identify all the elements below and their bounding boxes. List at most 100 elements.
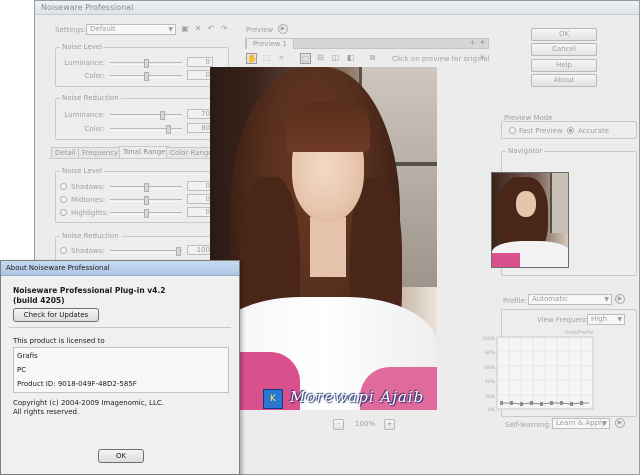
navigator-thumbnail[interactable] [491,172,569,268]
nr-color-slider[interactable] [110,125,182,134]
check-updates-button[interactable]: Check for Updates [13,308,99,322]
profile-dropdown[interactable]: Automatic ▼ [528,294,612,305]
tab-tonal-range[interactable]: Tonal Range [119,146,170,158]
noise-reduction-group: Noise Reduction [55,94,229,140]
product-id: Product ID: 9018-049F-48D2-585F [17,380,137,388]
redo-icon[interactable]: ↷ [219,24,229,34]
zoom-out-button[interactable]: - [333,419,344,430]
main-titlebar: Noiseware Professional [35,1,639,15]
about-title: About Noiseware Professional [6,264,110,272]
slider-thumb[interactable] [144,59,149,68]
window-title: Noiseware Professional [41,3,134,12]
chevron-down-icon: ▼ [602,420,607,427]
licensed-to-label: This product is licensed to [13,337,105,345]
cancel-button[interactable]: Cancel [531,43,597,56]
delete-icon[interactable]: ✕ [193,24,203,34]
slider-thumb[interactable] [144,72,149,81]
profile-play-icon[interactable]: ▶ [615,294,625,304]
crop-icon[interactable]: ⌗ [276,53,287,63]
license-name: Grafis [17,352,38,360]
noise-level-group: Noise Level [55,43,229,87]
product-name: Noiseware Professional Plug-in v4.2 [13,286,166,295]
shadows-indicator [60,183,67,190]
nr-luminance-slider[interactable] [110,111,182,120]
product-build: (build 4205) [13,296,65,305]
about-divider [9,327,231,328]
nr-color-label: Color: [84,125,105,133]
tab-detail[interactable]: Detail [51,147,80,158]
select-icon[interactable]: ⬚ [261,53,272,63]
split-horizontal-icon[interactable]: ⊟ [315,53,326,63]
self-learning-label: Self-learning: [505,421,552,429]
profile-label: Profile: [503,297,528,305]
slider-thumb[interactable] [144,209,149,218]
hand-icon[interactable]: ✋ [246,53,257,64]
view-frequency-label: View Frequency: [537,316,594,324]
self-learning-dropdown[interactable]: Learn & Apply ▼ [552,418,610,429]
watermark-logo: K [263,389,283,409]
y-tick: 60% [485,365,496,371]
slider-thumb[interactable] [160,111,165,120]
undo-icon[interactable]: ↶ [206,24,216,34]
y-tick: 40% [485,379,496,385]
watermark-text: Morewapi Ajaib [290,388,425,406]
view-frequency-dropdown[interactable]: High ▼ [587,314,625,325]
preview-hint: Click on preview for original [392,55,490,63]
settings-dropdown[interactable]: Default ▼ [86,24,176,35]
settings-value: Default [90,25,116,33]
midtones-indicator [60,196,67,203]
preview-image[interactable] [210,67,437,410]
nr-shadows-slider[interactable] [110,247,182,256]
view-frequency-value: High [591,315,608,323]
help-button[interactable]: Help [531,59,597,72]
y-tick: 80% [485,350,496,356]
side-by-side-icon[interactable]: ◧ [345,53,356,63]
slider-thumb[interactable] [176,247,181,256]
play-icon[interactable]: ▶ [278,24,288,34]
add-preview-icon[interactable]: + [468,38,477,48]
accurate-radio[interactable] [567,127,574,134]
chevron-down-icon: ▼ [168,26,173,33]
self-learning-play-icon[interactable]: ▶ [615,418,625,428]
noise-reduction-title: Noise Reduction [60,94,121,102]
fast-preview-label[interactable]: Fast Preview [519,127,563,135]
graph-title: Intel/Profile [565,330,593,336]
about-button[interactable]: About [531,74,597,87]
chevron-down-icon: ▼ [604,296,609,303]
y-tick: 0% [488,407,496,413]
shadows-level-slider[interactable] [110,183,182,192]
slider-thumb[interactable] [144,196,149,205]
tab-preview-1[interactable]: Preview 1 [246,38,294,49]
highlights-level-slider[interactable] [110,209,182,218]
tonal-noise-reduction-title: Noise Reduction [60,232,121,240]
luminance-level-value[interactable]: 0 [187,57,213,67]
accurate-label[interactable]: Accurate [578,127,609,135]
compare-icon[interactable]: ⧉ [367,53,378,63]
color-label: Color: [84,72,105,80]
loading-icon: ✳ [479,53,486,62]
luminance-level-slider[interactable] [110,59,182,68]
zoom-in-button[interactable]: + [384,419,395,430]
tonal-noise-level-title: Noise Level [60,167,105,175]
about-ok-button[interactable]: OK [98,449,144,463]
self-learning-value: Learn & Apply [556,419,606,427]
thumb-face [516,191,536,217]
preview-toolbar: ✋ ⬚ ⌗ ▢ ⊟ ◫ ◧ ⧉ Click on preview for ori… [245,51,490,66]
slider-thumb[interactable] [144,183,149,192]
nr-luminance-label: Luminance: [64,111,105,119]
about-titlebar: About Noiseware Professional [1,261,239,276]
chevron-down-icon: ▼ [617,316,622,323]
tab-frequency[interactable]: Frequency [78,147,123,158]
shadows-label: Shadows: [71,183,105,191]
midtones-label: Midtones: [71,196,106,204]
midtones-level-slider[interactable] [110,196,182,205]
fast-preview-radio[interactable] [509,127,516,134]
slider-thumb[interactable] [166,125,171,134]
color-level-slider[interactable] [110,72,182,81]
highlights-label: Highlights: [71,209,109,217]
pin-icon[interactable]: ✦ [478,38,487,48]
split-vertical-icon[interactable]: ◫ [330,53,341,63]
single-view-icon[interactable]: ▢ [300,53,311,64]
ok-button[interactable]: OK [531,28,597,41]
save-icon[interactable]: ▣ [180,24,190,34]
